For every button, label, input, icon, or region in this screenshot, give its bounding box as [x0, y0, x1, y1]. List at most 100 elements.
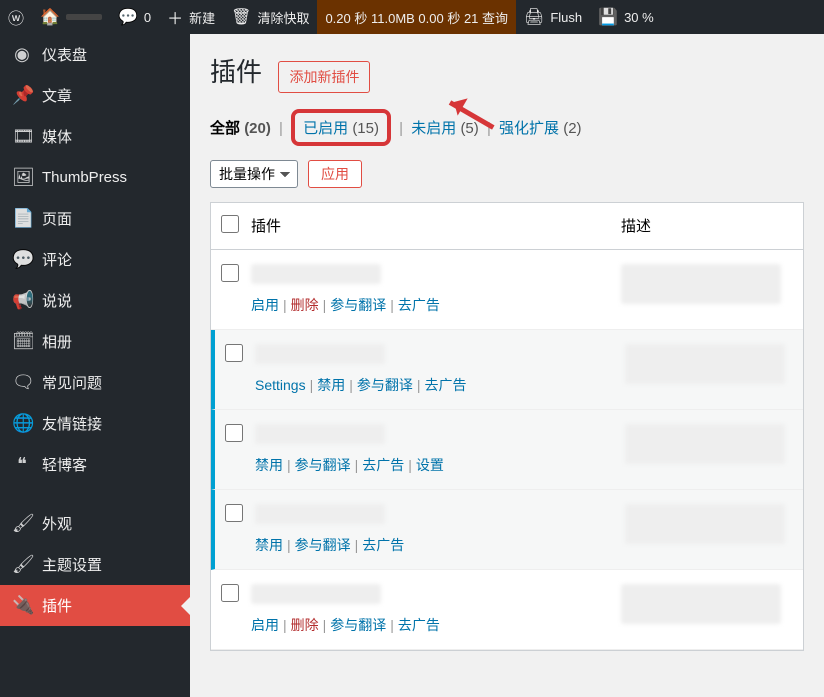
row-checkbox[interactable]: [221, 584, 239, 602]
menu-icon: 📌: [12, 85, 32, 106]
sidebar-item-3[interactable]: 🖼 ThumbPress: [0, 157, 190, 198]
menu-label: 友情链接: [42, 413, 102, 434]
menu-icon: 📢: [12, 290, 32, 311]
action-link[interactable]: 去广告: [425, 377, 467, 393]
sidebar-item-4[interactable]: 📄页面: [0, 198, 190, 239]
action-link[interactable]: 启用: [251, 297, 279, 313]
sidebar-item-0[interactable]: ◉ 仪表盘: [0, 34, 190, 75]
add-new-plugin-button[interactable]: 添加新插件: [278, 61, 370, 93]
plugin-name-redacted: [255, 344, 385, 364]
menu-icon: 🗓: [12, 331, 32, 352]
menu-label: 媒体: [42, 126, 72, 147]
action-link[interactable]: 参与翻译: [295, 457, 351, 473]
action-link[interactable]: 删除: [291, 297, 319, 313]
sidebar-item-13[interactable]: 🔌插件: [0, 585, 190, 626]
action-link[interactable]: 启用: [251, 617, 279, 633]
action-link[interactable]: 去广告: [362, 537, 404, 553]
menu-label: 页面: [42, 208, 72, 229]
filter-active-highlighted: 已启用 (15): [291, 109, 391, 146]
row-actions: 启用|删除|参与翻译|去广告: [251, 615, 621, 635]
select-all-checkbox[interactable]: [221, 215, 239, 233]
menu-label: 评论: [42, 249, 72, 270]
action-link[interactable]: 参与翻译: [357, 377, 413, 393]
action-link[interactable]: 参与翻译: [330, 617, 386, 633]
new-content[interactable]: ＋新建: [159, 0, 223, 34]
action-link[interactable]: 参与翻译: [330, 297, 386, 313]
cpu-usage: 💾30 %: [590, 0, 662, 34]
sidebar-item-7[interactable]: 🗓 相册: [0, 321, 190, 362]
sidebar-item-12[interactable]: 🖌 主题设置: [0, 544, 190, 585]
menu-icon: ◉: [12, 44, 32, 65]
menu-icon: 🖌: [12, 554, 32, 575]
plugin-name-redacted: [255, 424, 385, 444]
row-checkbox[interactable]: [225, 424, 243, 442]
plugin-table: 插件 描述 启用|删除|参与翻译|去广告Settings|禁用|参与翻译|去广告…: [210, 202, 804, 651]
menu-label: ThumbPress: [42, 169, 127, 186]
action-link[interactable]: 删除: [291, 617, 319, 633]
plugin-row: 启用|删除|参与翻译|去广告: [211, 250, 803, 330]
action-link[interactable]: 禁用: [255, 537, 283, 553]
bulk-action-select[interactable]: 批量操作: [210, 160, 298, 188]
plugin-desc-redacted: [625, 424, 785, 464]
action-link[interactable]: 设置: [416, 457, 444, 473]
sidebar-item-6[interactable]: 📢 说说: [0, 280, 190, 321]
row-actions: 禁用|参与翻译|去广告: [255, 535, 625, 555]
filter-all[interactable]: 全部 (20): [210, 120, 271, 137]
row-checkbox[interactable]: [225, 504, 243, 522]
sidebar-item-10[interactable]: ❝ 轻博客: [0, 444, 190, 485]
action-link[interactable]: 去广告: [398, 617, 440, 633]
row-checkbox[interactable]: [221, 264, 239, 282]
action-link[interactable]: 禁用: [317, 377, 345, 393]
action-link[interactable]: 去广告: [398, 297, 440, 313]
plugin-desc-redacted: [625, 344, 785, 384]
filter-active[interactable]: 已启用 (15): [303, 120, 379, 137]
menu-label: 轻博客: [42, 454, 87, 475]
action-link[interactable]: 禁用: [255, 457, 283, 473]
clear-cache[interactable]: 🗑清除快取: [223, 0, 317, 34]
comments-count: 0: [144, 10, 151, 25]
flush-button[interactable]: 🖨Flush: [516, 0, 590, 34]
main-content: 插件 添加新插件 全部 (20) | 已启用 (15) | 未启用 (5) | …: [190, 34, 824, 697]
sidebar-item-5[interactable]: 💬评论: [0, 239, 190, 280]
sidebar-item-8[interactable]: 🗨常见问题: [0, 362, 190, 403]
bulk-apply-button[interactable]: 应用: [308, 160, 362, 188]
menu-icon: 🎞: [12, 126, 32, 147]
site-home[interactable]: 🏠: [32, 0, 110, 34]
menu-icon: 🖼: [12, 167, 32, 188]
menu-icon: 🖌: [12, 513, 32, 534]
row-actions: 启用|删除|参与翻译|去广告: [251, 295, 621, 315]
action-link[interactable]: 去广告: [362, 457, 404, 473]
column-header-plugin[interactable]: 插件: [251, 215, 621, 237]
menu-label: 外观: [42, 513, 72, 534]
sidebar-item-9[interactable]: 🌐 友情链接: [0, 403, 190, 444]
menu-label: 插件: [42, 595, 72, 616]
menu-label: 主题设置: [42, 554, 102, 575]
sidebar-item-1[interactable]: 📌文章: [0, 75, 190, 116]
wp-logo[interactable]: ⓦ: [0, 0, 32, 34]
plugin-row: 禁用|参与翻译|去广告|设置: [211, 410, 803, 490]
action-link[interactable]: 参与翻译: [295, 537, 351, 553]
plugin-desc-redacted: [621, 264, 781, 304]
menu-label: 仪表盘: [42, 44, 87, 65]
plugin-desc-redacted: [625, 504, 785, 544]
filter-inactive[interactable]: 未启用 (5): [411, 120, 479, 137]
plugin-name-redacted: [251, 264, 381, 284]
menu-icon: 🌐: [12, 413, 32, 434]
row-checkbox[interactable]: [225, 344, 243, 362]
menu-label: 说说: [42, 290, 72, 311]
sidebar-item-11[interactable]: 🖌 外观: [0, 503, 190, 544]
plugin-row: 启用|删除|参与翻译|去广告: [211, 570, 803, 650]
admin-bar: ⓦ 🏠 💬0 ＋新建 🗑清除快取 0.20 秒 11.0MB 0.00 秒 21…: [0, 0, 824, 34]
menu-label: 相册: [42, 331, 72, 352]
action-link[interactable]: Settings: [255, 377, 306, 393]
column-header-desc[interactable]: 描述: [621, 215, 651, 237]
menu-label: 常见问题: [42, 372, 102, 393]
timing-info: 0.20 秒 11.0MB 0.00 秒 21 查询: [317, 0, 516, 34]
filter-enhance[interactable]: 强化扩展 (2): [499, 120, 582, 137]
comments-bubble[interactable]: 💬0: [110, 0, 159, 34]
admin-sidebar: ◉ 仪表盘 📌文章 🎞 媒体 🖼 ThumbPress 📄页面💬评论 📢 说说 🗓 相册 🗨常见问题 🌐 友…: [0, 34, 190, 697]
sidebar-item-2[interactable]: 🎞 媒体: [0, 116, 190, 157]
plugin-filters: 全部 (20) | 已启用 (15) | 未启用 (5) | 强化扩展 (2): [210, 109, 804, 146]
plugin-name-redacted: [255, 504, 385, 524]
menu-icon: ❝: [12, 454, 32, 475]
